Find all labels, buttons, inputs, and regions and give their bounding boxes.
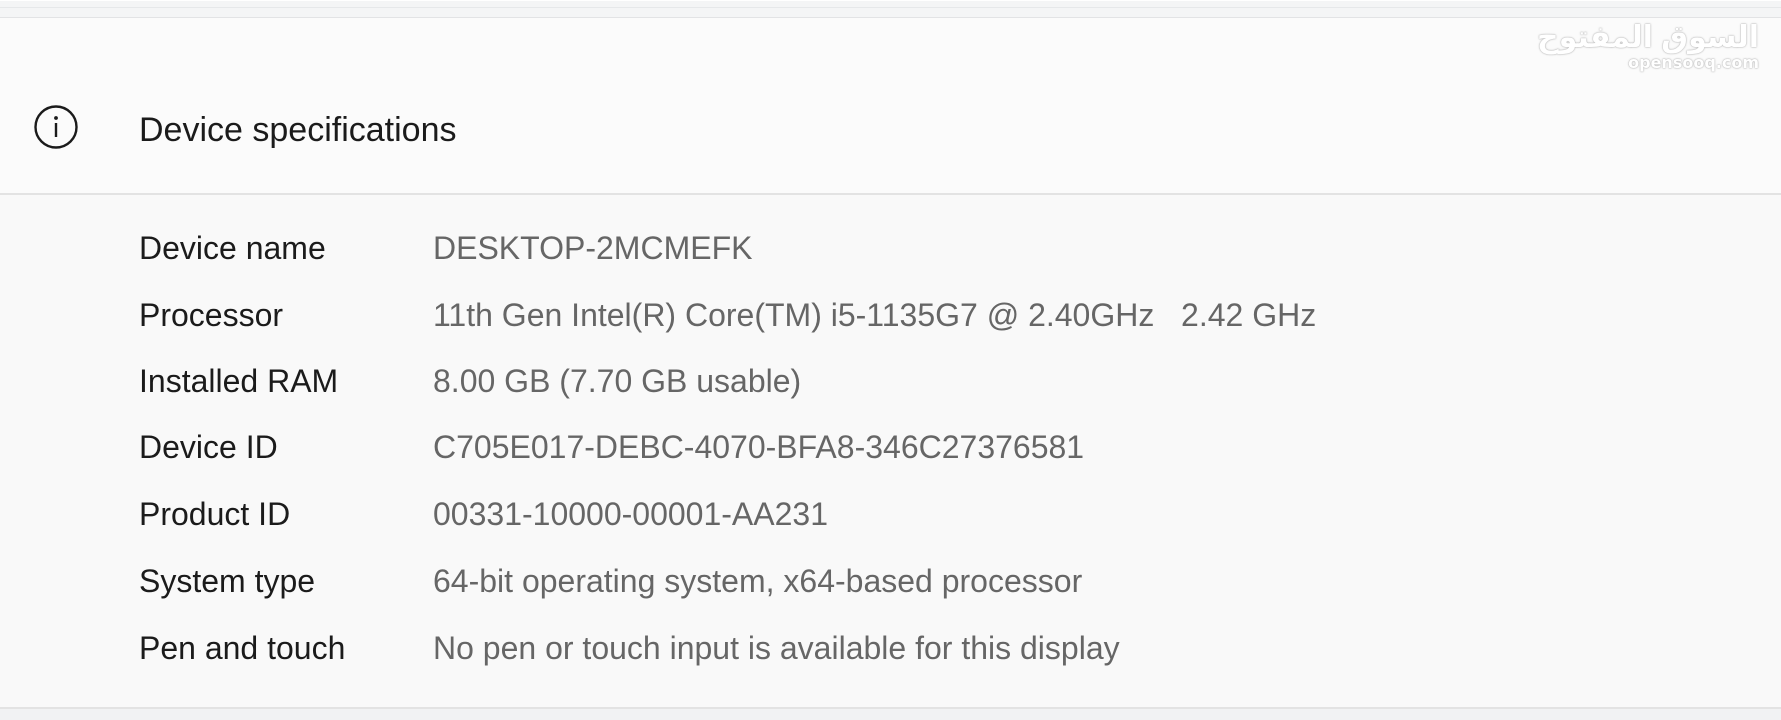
spec-value[interactable]: 00331-10000-00001-AA231 xyxy=(433,494,828,534)
spec-row-processor: Processor 11th Gen Intel(R) Core(TM) i5-… xyxy=(0,295,1781,335)
spec-value[interactable]: 8.00 GB (7.70 GB usable) xyxy=(433,361,801,401)
bottom-divider xyxy=(0,709,1781,720)
spec-label: Product ID xyxy=(139,496,291,532)
specs-list: Device name DESKTOP-2MCMEFK Processor 11… xyxy=(0,195,1781,709)
spec-value[interactable]: 64-bit operating system, x64-based proce… xyxy=(433,561,1082,601)
spec-row-installed-ram: Installed RAM 8.00 GB (7.70 GB usable) xyxy=(0,361,1781,401)
spec-value[interactable]: 11th Gen Intel(R) Core(TM) i5-1135G7 @ 2… xyxy=(433,295,1316,335)
section-title: Device specifications xyxy=(139,111,457,149)
spec-row-pen-and-touch: Pen and touch No pen or touch input is a… xyxy=(0,628,1781,668)
spec-value[interactable]: DESKTOP-2MCMEFK xyxy=(433,228,752,268)
spec-value[interactable]: No pen or touch input is available for t… xyxy=(433,628,1120,668)
spec-row-device-id: Device ID C705E017-DEBC-4070-BFA8-346C27… xyxy=(0,427,1781,467)
device-specifications-header[interactable]: Device specifications xyxy=(0,18,1781,195)
spec-label: Installed RAM xyxy=(139,363,339,399)
spec-row-device-name: Device name DESKTOP-2MCMEFK xyxy=(0,228,1781,268)
spec-label: System type xyxy=(139,563,316,599)
spec-row-system-type: System type 64-bit operating system, x64… xyxy=(0,561,1781,601)
spec-label: Processor xyxy=(139,297,284,333)
spec-label: Device ID xyxy=(139,429,278,465)
spec-label: Device name xyxy=(139,230,326,266)
opensooq-watermark: السوق المفتوح opensooq.com xyxy=(1537,21,1759,72)
spec-row-product-id: Product ID 00331-10000-00001-AA231 xyxy=(0,494,1781,534)
spec-value[interactable]: C705E017-DEBC-4070-BFA8-346C27376581 xyxy=(433,427,1084,467)
spec-label: Pen and touch xyxy=(139,630,346,666)
top-divider xyxy=(0,0,1781,19)
info-icon xyxy=(34,105,78,149)
